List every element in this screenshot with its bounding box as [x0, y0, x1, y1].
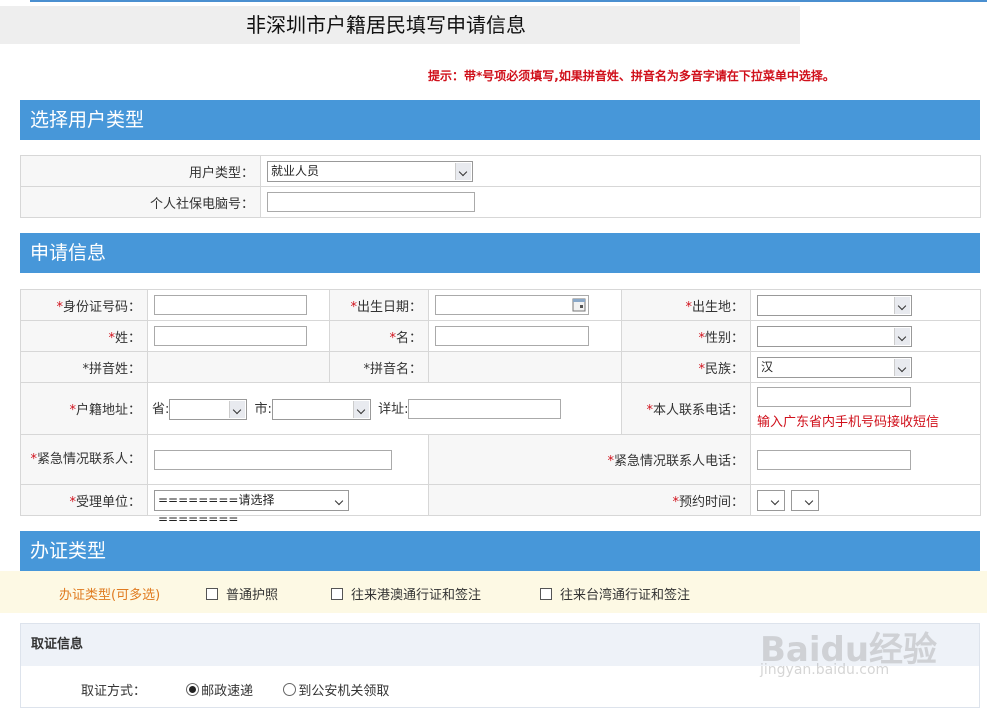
household-address-label: 户籍地址：	[75, 403, 141, 418]
section-header-cert-type: 办证类型	[20, 531, 980, 571]
pinyin-surname-value	[147, 351, 330, 383]
emergency-contact-label: 紧急情况联系人：	[36, 451, 141, 467]
city-select[interactable]	[271, 398, 371, 420]
id-number-label: 身份证号码：	[62, 299, 141, 315]
social-security-input[interactable]	[267, 192, 475, 212]
radio-post[interactable]: 邮政速递	[186, 683, 253, 699]
phone-label: 本人联系电话：	[652, 403, 744, 418]
checkbox-hk-macau[interactable]: 往来港澳通行证和签注	[331, 584, 481, 603]
chevron-down-icon	[768, 491, 783, 509]
phone-input[interactable]	[757, 387, 911, 407]
emergency-contact-input[interactable]	[154, 449, 392, 470]
gender-label: 性别：	[704, 330, 744, 346]
user-type-select[interactable]: 就业人员	[267, 160, 473, 182]
checkbox-box[interactable]	[331, 588, 343, 600]
appointment-time-select[interactable]	[791, 489, 820, 511]
city-label: 市:	[254, 401, 272, 417]
top-accent-line	[30, 0, 987, 2]
surname-input[interactable]	[154, 326, 307, 346]
pinyin-surname-label: 拼音姓：	[88, 361, 141, 377]
apply-table: *身份证号码： *出生日期： *出生地： *姓： *名： *性别： *拼音姓： …	[20, 289, 981, 526]
given-name-input[interactable]	[435, 326, 589, 346]
title-bar: 非深圳市户籍居民填写申请信息	[0, 6, 800, 44]
ethnicity-select[interactable]: 汉	[757, 356, 912, 378]
birth-date-label: 出生日期：	[356, 299, 422, 315]
chevron-down-icon	[229, 400, 246, 418]
checkbox-box[interactable]	[540, 588, 552, 600]
appointment-date-select[interactable]	[757, 489, 785, 511]
emergency-phone-input[interactable]	[757, 449, 911, 470]
office-select[interactable]: ========请选择========	[154, 489, 349, 526]
checkbox-taiwan[interactable]: 往来台湾通行证和签注	[540, 584, 690, 603]
radio-dot[interactable]	[186, 683, 200, 696]
user-type-label: 用户类型：	[20, 155, 261, 187]
birth-place-select[interactable]	[757, 294, 912, 316]
chevron-down-icon	[332, 491, 347, 509]
watermark-url: jingyan.baidu.com	[760, 662, 890, 678]
ethnicity-label: 民族：	[704, 361, 744, 377]
phone-hint: 输入广东省内手机号码接收短信	[757, 415, 940, 430]
detail-address-input[interactable]	[408, 399, 562, 419]
chevron-down-icon	[894, 296, 910, 314]
page-title: 非深圳市户籍居民填写申请信息	[246, 13, 526, 37]
user-type-selected-value: 就业人员	[271, 163, 320, 178]
checkbox-box[interactable]	[206, 588, 218, 600]
birth-place-label: 出生地：	[691, 299, 744, 315]
section-header-user-type: 选择用户类型	[20, 100, 980, 140]
province-select[interactable]	[169, 398, 248, 420]
gender-select[interactable]	[757, 325, 912, 347]
province-label: 省:	[152, 401, 170, 417]
section-header-apply: 申请信息	[20, 233, 980, 273]
required-tip: 提示：带*号项必须填写,如果拼音姓、拼音名为多音字请在下拉菜单中选择。	[428, 69, 835, 83]
radio-dot[interactable]	[283, 683, 297, 696]
surname-label: 姓：	[114, 330, 141, 346]
chevron-down-icon	[455, 162, 471, 180]
appointment-label: 预约时间：	[678, 494, 744, 510]
emergency-phone-label: 紧急情况联系人电话：	[613, 454, 744, 469]
checkbox-passport[interactable]: 普通护照	[206, 584, 278, 603]
ethnicity-selected-value: 汉	[761, 359, 774, 374]
social-security-label: 个人社保电脑号：	[20, 186, 261, 218]
office-label: 受理单位：	[75, 494, 141, 510]
id-number-input[interactable]	[154, 295, 307, 315]
pinyin-given-label: 拼音名：	[369, 361, 422, 377]
detail-address-label: 详址:	[378, 401, 409, 417]
given-name-label: 名：	[395, 330, 422, 346]
chevron-down-icon	[894, 327, 910, 345]
pinyin-given-value	[428, 351, 622, 383]
pickup-method-label: 取证方式：	[81, 684, 147, 699]
user-type-table: 用户类型： 就业人员 个人社保电脑号：	[20, 155, 981, 218]
chevron-down-icon	[802, 491, 818, 509]
chevron-down-icon	[352, 400, 369, 418]
radio-police[interactable]: 到公安机关领取	[283, 683, 389, 699]
calendar-icon[interactable]	[572, 297, 587, 313]
birth-date-input[interactable]	[435, 295, 589, 315]
chevron-down-icon	[894, 358, 910, 376]
office-selected-value: ========请选择========	[158, 492, 275, 526]
cert-types-label: 办证类型(可多选)	[59, 588, 161, 603]
